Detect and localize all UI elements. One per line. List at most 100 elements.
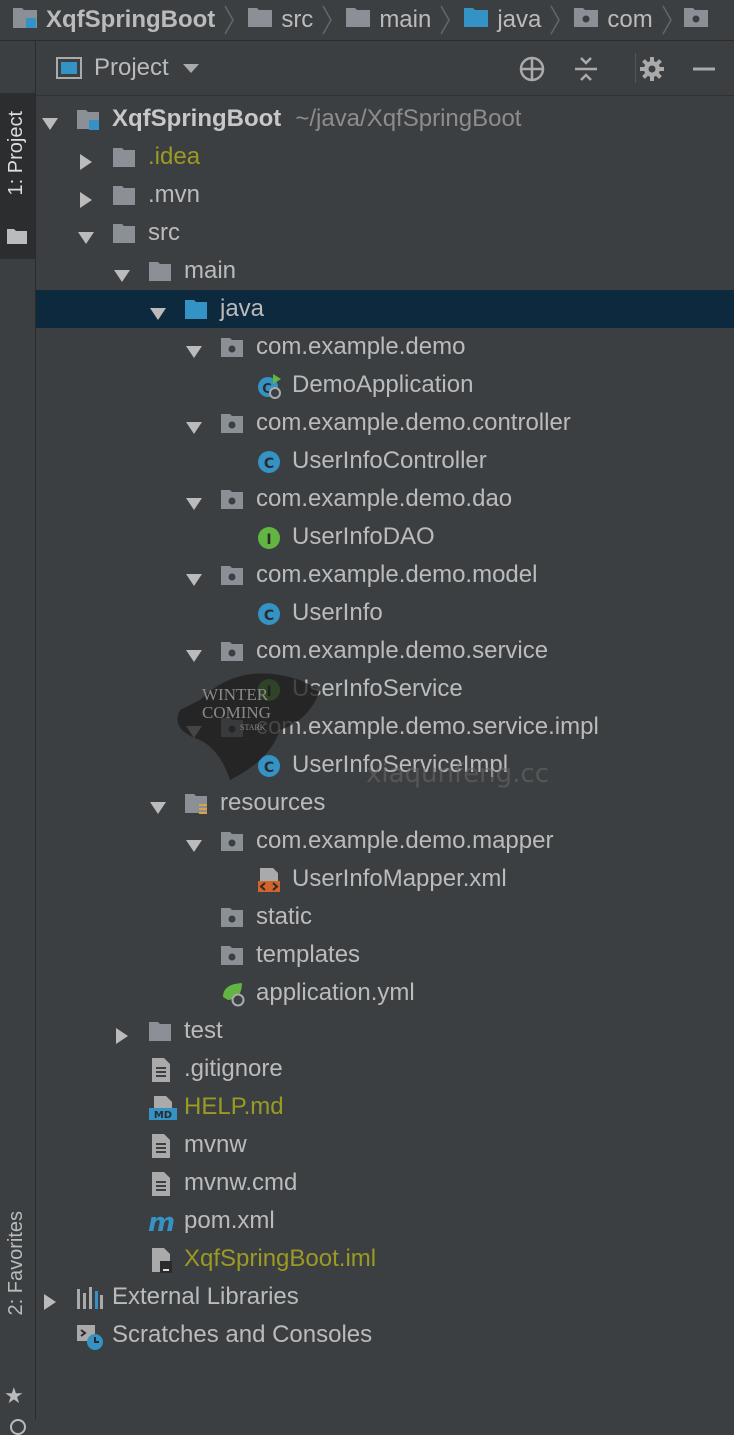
locate-file-button[interactable] — [518, 55, 546, 83]
tree-node[interactable]: com.example.demo.service — [36, 632, 734, 670]
expand-arrow-down-icon[interactable] — [186, 415, 202, 434]
tree-node[interactable]: com.example.demo.service.impl — [36, 708, 734, 746]
tree-item-name: main — [184, 257, 237, 284]
tree-node[interactable]: .idea — [36, 138, 734, 176]
xml-file-icon — [256, 867, 280, 892]
class-icon: C — [256, 601, 280, 625]
tree-item-label: UserInfoServiceImpl — [292, 751, 508, 779]
svg-text:I: I — [266, 532, 271, 548]
breadcrumb-item-xqfspringboot[interactable]: XqfSpringBoot — [0, 0, 215, 40]
project-tool-tab[interactable]: 1: Project — [0, 93, 35, 259]
module-icon — [12, 5, 38, 36]
text-file-icon — [148, 1171, 172, 1196]
tree-item-name: com.example.demo.service — [256, 637, 549, 664]
tree-item-label: src — [148, 219, 180, 247]
tree-item-name: UserInfoService — [292, 675, 463, 702]
svg-text:C: C — [264, 760, 274, 776]
breadcrumb-label: java — [497, 6, 542, 33]
tree-node[interactable]: com.example.demo.dao — [36, 480, 734, 518]
tree-item-name: mvnw — [184, 1131, 247, 1158]
tree-item[interactable]: MD HELP.md — [36, 1088, 734, 1126]
tree-item[interactable]: .gitignore — [36, 1050, 734, 1088]
tree-node[interactable]: .mvn — [36, 176, 734, 214]
tree-item-name: com.example.demo.model — [256, 561, 538, 588]
project-tab-label: 1: Project — [5, 111, 27, 196]
tree-item-name: src — [148, 219, 180, 246]
tree-item[interactable]: mvnw — [36, 1126, 734, 1164]
tree-item-name: HELP.md — [184, 1093, 284, 1120]
tree-node[interactable]: java — [36, 290, 734, 328]
tree-item[interactable]: mvnw.cmd — [36, 1164, 734, 1202]
tree-item[interactable]: C UserInfoServiceImpl — [36, 746, 734, 784]
expand-arrow-right-icon[interactable] — [42, 1289, 58, 1310]
tree-item[interactable]: XqfSpringBoot.iml — [36, 1240, 734, 1278]
tree-item[interactable]: templates — [36, 936, 734, 974]
expand-arrow-down-icon[interactable] — [186, 567, 202, 586]
tree-item[interactable]: C UserInfoController — [36, 442, 734, 480]
tree-node[interactable]: main — [36, 252, 734, 290]
gear-icon — [640, 57, 664, 81]
expand-arrow-down-icon[interactable] — [186, 719, 202, 738]
tree-item-label: External Libraries — [112, 1283, 299, 1311]
tree-item[interactable]: I UserInfoService — [36, 670, 734, 708]
settings-button[interactable] — [638, 55, 666, 83]
project-tree: XqfSpringBoot ~/java/XqfSpringBoot .idea .m… — [36, 100, 734, 1354]
tree-item-label: main — [184, 257, 236, 285]
breadcrumb-label: com — [607, 6, 653, 33]
module-icon — [76, 107, 100, 131]
tree-item[interactable]: application.yml — [36, 974, 734, 1012]
tree-item-label: mvnw.cmd — [184, 1169, 297, 1197]
tree-node[interactable]: resources — [36, 784, 734, 822]
tree-item[interactable]: Scratches and Consoles — [36, 1316, 734, 1354]
package-icon — [683, 6, 709, 35]
tree-item[interactable]: UserInfoMapper.xml — [36, 860, 734, 898]
tree-node[interactable]: test — [36, 1012, 734, 1050]
tree-item[interactable]: C DemoApplication — [36, 366, 734, 404]
expand-arrow-right-icon[interactable] — [78, 187, 94, 208]
view-selector-dropdown[interactable]: Project — [56, 41, 199, 95]
tree-node[interactable]: XqfSpringBoot ~/java/XqfSpringBoot — [36, 100, 734, 138]
expand-arrow-down-icon[interactable] — [186, 643, 202, 662]
breadcrumb-item-com[interactable]: com — [561, 0, 653, 40]
favorites-tool-tab[interactable]: 2: Favorites ★ — [0, 1211, 35, 1435]
expand-arrow-down-icon[interactable] — [186, 491, 202, 510]
tree-item-name: DemoApplication — [292, 371, 474, 398]
breadcrumb-item-main[interactable]: main — [333, 0, 431, 40]
tree-node[interactable]: com.example.demo — [36, 328, 734, 366]
tree-item[interactable]: I UserInfoDAO — [36, 518, 734, 556]
breadcrumb-label: src — [281, 6, 314, 33]
breadcrumb-item-java[interactable]: java — [451, 0, 541, 40]
collapse-all-button[interactable] — [572, 55, 600, 83]
breadcrumb-item-src[interactable]: src — [235, 0, 313, 40]
expand-arrow-down-icon[interactable] — [186, 339, 202, 358]
tree-node[interactable]: src — [36, 214, 734, 252]
tree-node[interactable]: com.example.demo.controller — [36, 404, 734, 442]
tree-item-label: com.example.demo.mapper — [256, 827, 553, 855]
tree-node[interactable]: com.example.demo.model — [36, 556, 734, 594]
tree-item[interactable]: C UserInfo — [36, 594, 734, 632]
left-tool-stripe: 1: Project 2: Favorites ★ — [0, 41, 36, 1435]
toolbar-divider — [635, 53, 636, 83]
breadcrumb-label: XqfSpringBoot — [46, 6, 216, 33]
star-icon: ★ — [4, 1383, 24, 1408]
tree-node[interactable]: com.example.demo.mapper — [36, 822, 734, 860]
tree-item-label: com.example.demo.model — [256, 561, 537, 589]
tree-node[interactable]: External Libraries — [36, 1278, 734, 1316]
expand-arrow-down-icon[interactable] — [150, 795, 166, 814]
tree-item-name: pom.xml — [184, 1207, 275, 1234]
spring-yml-icon — [220, 981, 245, 1007]
tree-item[interactable]: m pom.xml — [36, 1202, 734, 1240]
interface-icon: I — [256, 525, 280, 549]
expand-arrow-down-icon[interactable] — [186, 833, 202, 852]
expand-arrow-down-icon[interactable] — [150, 301, 166, 320]
expand-arrow-down-icon[interactable] — [114, 263, 130, 282]
expand-arrow-right-icon[interactable] — [78, 149, 94, 170]
expand-arrow-right-icon[interactable] — [114, 1023, 130, 1044]
scratches-icon — [76, 1323, 103, 1350]
package-icon — [220, 411, 244, 435]
hide-panel-button[interactable] — [690, 55, 718, 83]
expand-arrow-down-icon[interactable] — [78, 225, 94, 244]
folder-icon — [112, 145, 136, 169]
tree-item[interactable]: static — [36, 898, 734, 936]
expand-arrow-down-icon[interactable] — [42, 111, 58, 130]
